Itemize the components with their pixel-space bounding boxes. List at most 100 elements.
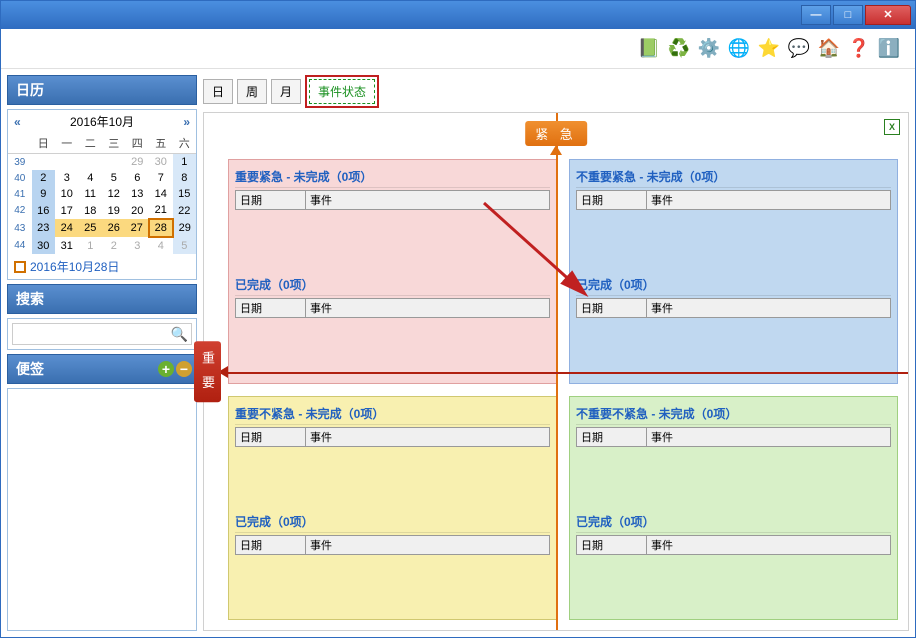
calendar-day[interactable]: 29 <box>173 219 197 237</box>
calendar-day[interactable]: 26 <box>102 219 126 237</box>
event-table[interactable]: 日期事件 <box>576 427 891 447</box>
tab-event-status[interactable]: 事件状态 <box>309 79 375 104</box>
today-marker-icon <box>14 261 26 273</box>
event-table[interactable]: 日期事件 <box>235 535 550 555</box>
weekday-header: 日 <box>32 133 56 154</box>
recycle-icon[interactable]: ♻️ <box>667 37 691 61</box>
calendar-day[interactable]: 25 <box>79 219 103 237</box>
cal-month-title[interactable]: 2016年10月 <box>21 113 184 130</box>
calendar-day[interactable]: 3 <box>126 237 150 254</box>
export-excel-button[interactable]: X <box>884 119 900 135</box>
remove-note-button[interactable]: − <box>176 361 192 377</box>
home-icon[interactable]: 🏠 <box>817 37 841 61</box>
calendar-day[interactable]: 19 <box>102 202 126 219</box>
calendar-day[interactable]: 1 <box>173 154 197 171</box>
calendar-day[interactable]: 20 <box>126 202 150 219</box>
event-table[interactable]: 日期事件 <box>235 427 550 447</box>
col-event: 事件 <box>306 535 550 554</box>
calendar-day[interactable] <box>79 154 103 171</box>
search-panel: 🔍 <box>7 318 197 350</box>
weekday-header: 五 <box>149 133 173 154</box>
calendar-day[interactable]: 11 <box>79 186 103 202</box>
calendar-day[interactable]: 30 <box>32 237 56 254</box>
calendar-day[interactable]: 30 <box>149 154 173 171</box>
calendar-day[interactable]: 29 <box>126 154 150 171</box>
calendar-day[interactable] <box>55 154 79 171</box>
calendar-day[interactable]: 13 <box>126 186 150 202</box>
search-icon[interactable]: 🔍 <box>171 326 188 343</box>
calendar-day[interactable]: 12 <box>102 186 126 202</box>
calendar-day[interactable]: 22 <box>173 202 197 219</box>
info-icon[interactable]: ℹ️ <box>877 37 901 61</box>
col-event: 事件 <box>306 299 550 318</box>
tab-week[interactable]: 周 <box>237 79 267 104</box>
weekday-header: 二 <box>79 133 103 154</box>
titlebar: — □ ✕ <box>1 1 915 29</box>
book-icon[interactable]: 📗 <box>637 37 661 61</box>
cal-prev-button[interactable]: « <box>14 115 21 129</box>
minimize-button[interactable]: — <box>801 5 831 25</box>
calendar-day[interactable]: 21 <box>149 202 173 219</box>
col-event: 事件 <box>647 299 891 318</box>
col-date: 日期 <box>236 427 306 446</box>
event-table[interactable]: 日期事件 <box>576 190 891 210</box>
calendar-day[interactable]: 9 <box>32 186 56 202</box>
calendar-day[interactable]: 23 <box>32 219 56 237</box>
search-input[interactable] <box>12 323 192 345</box>
calendar-day[interactable]: 15 <box>173 186 197 202</box>
week-number: 43 <box>8 219 32 237</box>
calendar-day[interactable]: 2 <box>102 237 126 254</box>
notes-list[interactable] <box>7 388 197 631</box>
calendar-day[interactable]: 18 <box>79 202 103 219</box>
calendar-day[interactable]: 17 <box>55 202 79 219</box>
star-icon[interactable]: ⭐ <box>757 37 781 61</box>
col-event: 事件 <box>647 191 891 210</box>
event-table[interactable]: 日期事件 <box>576 535 891 555</box>
calendar-day[interactable]: 8 <box>173 170 197 186</box>
week-number: 44 <box>8 237 32 254</box>
calendar-day[interactable]: 28 <box>149 219 173 237</box>
col-event: 事件 <box>647 535 891 554</box>
app-window: — □ ✕ 📗 ♻️ ⚙️ 🌐 ⭐ 💬 🏠 ❓ ℹ️ 日历 « 2016年10月… <box>0 0 916 638</box>
today-link[interactable]: 2016年10月28日 <box>8 254 196 279</box>
event-table[interactable]: 日期事件 <box>576 298 891 318</box>
globe-icon[interactable]: 🌐 <box>727 37 751 61</box>
tab-day[interactable]: 日 <box>203 79 233 104</box>
event-table[interactable]: 日期事件 <box>235 190 550 210</box>
calendar-day[interactable]: 2 <box>32 170 56 186</box>
calendar-day[interactable] <box>102 154 126 171</box>
help-icon[interactable]: ❓ <box>847 37 871 61</box>
calendar-day[interactable]: 1 <box>79 237 103 254</box>
calendar-grid: 日一二三四五六 39293014023456784191011121314154… <box>8 133 196 254</box>
calendar-day[interactable]: 16 <box>32 202 56 219</box>
tab-month[interactable]: 月 <box>271 79 301 104</box>
calendar-day[interactable]: 31 <box>55 237 79 254</box>
close-button[interactable]: ✕ <box>865 5 911 25</box>
calendar-day[interactable]: 6 <box>126 170 150 186</box>
calendar-day[interactable]: 5 <box>173 237 197 254</box>
weekday-header: 六 <box>173 133 197 154</box>
add-note-button[interactable]: + <box>158 361 174 377</box>
calendar-day[interactable]: 27 <box>126 219 150 237</box>
calendar-day[interactable]: 7 <box>149 170 173 186</box>
maximize-button[interactable]: □ <box>833 5 863 25</box>
calendar-day[interactable]: 14 <box>149 186 173 202</box>
col-event: 事件 <box>306 191 550 210</box>
weekday-header: 四 <box>126 133 150 154</box>
calendar-day[interactable]: 5 <box>102 170 126 186</box>
cal-next-button[interactable]: » <box>183 115 190 129</box>
gear-icon[interactable]: ⚙️ <box>697 37 721 61</box>
calendar-day[interactable]: 10 <box>55 186 79 202</box>
chat-icon[interactable]: 💬 <box>787 37 811 61</box>
view-tabs: 日 周 月 事件状态 <box>203 75 909 108</box>
calendar-day[interactable]: 4 <box>79 170 103 186</box>
col-date: 日期 <box>236 191 306 210</box>
col-date: 日期 <box>577 427 647 446</box>
calendar-day[interactable]: 4 <box>149 237 173 254</box>
toolbar: 📗 ♻️ ⚙️ 🌐 ⭐ 💬 🏠 ❓ ℹ️ <box>1 29 915 69</box>
col-date: 日期 <box>236 535 306 554</box>
calendar-day[interactable]: 24 <box>55 219 79 237</box>
calendar-day[interactable]: 3 <box>55 170 79 186</box>
event-table[interactable]: 日期事件 <box>235 298 550 318</box>
calendar-day[interactable] <box>32 154 56 171</box>
